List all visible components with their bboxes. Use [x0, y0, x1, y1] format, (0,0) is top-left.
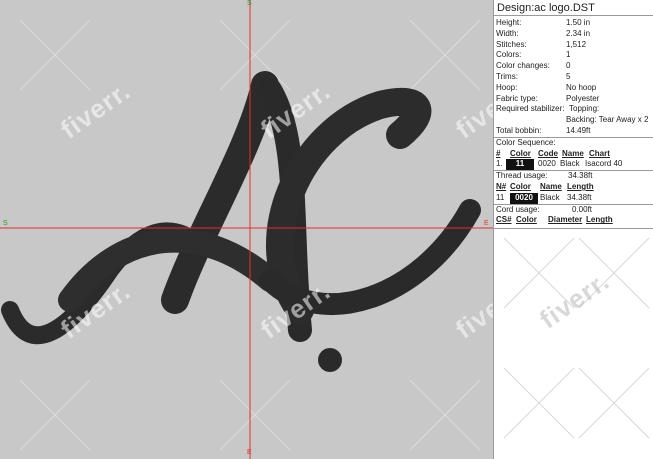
property-label — [496, 115, 566, 126]
property-value: 1,512 — [566, 39, 587, 49]
color-name: Black — [560, 159, 580, 169]
property-label: Colors: — [496, 50, 522, 60]
property-label: Height: — [496, 18, 522, 27]
color-sequence-row: 1. 11 0020 Black Isacord 40 — [494, 159, 653, 171]
property-row: Stitches: 1,512 — [494, 40, 653, 51]
axis-label-bottom: E — [247, 449, 252, 456]
color-chart: Isacord 40 — [585, 159, 623, 169]
column-header: Color — [510, 181, 531, 191]
property-row: Backing: Tear Away x 2 — [494, 115, 653, 126]
column-header: Code — [538, 148, 558, 158]
column-header: Length — [586, 215, 613, 225]
property-label: Hoop: — [496, 82, 518, 92]
property-value: 2.34 in — [566, 28, 591, 38]
property-value: 14.49ft — [566, 125, 591, 135]
property-label: Stitches: — [496, 39, 527, 49]
axis-label-left: S — [3, 220, 8, 227]
thread-name: Black — [540, 192, 560, 202]
thread-length: 34.38ft — [567, 192, 592, 202]
property-label: Color changes: — [496, 61, 550, 71]
axis-label-right: E — [484, 220, 489, 227]
color-chip: 11 — [506, 159, 534, 171]
cord-usage-value: 0.00ft — [572, 204, 593, 214]
property-label: Trims: — [496, 71, 518, 81]
property-value: Topping: — [569, 104, 600, 114]
property-row: Height: 1.50 in — [494, 18, 653, 29]
design-title: Design:ac logo.DST — [494, 0, 653, 16]
property-row: Trims: 5 — [494, 72, 653, 83]
property-row: Colors: 1 — [494, 50, 653, 61]
thread-usage-header: N# Color Name Length — [494, 182, 653, 193]
property-value: 5 — [566, 71, 571, 81]
column-header: N# — [496, 181, 507, 191]
embroidery-preview — [0, 0, 493, 459]
panel-watermark — [503, 237, 650, 439]
property-value: No hoop — [566, 82, 597, 92]
thread-number: 11 — [496, 192, 505, 202]
color-sequence-header: # Color Code Name Chart — [494, 149, 653, 160]
design-info-panel: Design:ac logo.DST Height: 1.50 in Width:… — [493, 0, 653, 459]
property-label: Required stabilizer: — [496, 104, 565, 114]
design-canvas[interactable]: S S E E fiverr. fiverr. fiverr. fiverr. … — [0, 0, 493, 459]
column-header: Chart — [589, 148, 610, 158]
thread-usage-row: Thread usage: 34.38ft — [494, 170, 653, 182]
property-row: Fabric type: Polyester — [494, 94, 653, 105]
axis-label-top: S — [247, 0, 252, 7]
cord-usage-header: CS# Color Diameter Length — [494, 215, 653, 226]
cord-usage-label: Cord usage: — [496, 204, 540, 214]
column-header: Diameter — [548, 215, 583, 225]
color-chip: 0020 — [510, 192, 538, 204]
property-value: Polyester — [566, 93, 600, 103]
thread-usage-value: 34.38ft — [568, 171, 593, 181]
column-header: # — [496, 148, 501, 158]
property-row: Total bobbin: 14.49ft — [494, 126, 653, 137]
property-value: 1.50 in — [566, 18, 591, 27]
column-header: CS# — [496, 215, 512, 225]
properties-list: Height: 1.50 in Width: 2.34 in Stitches: 1,… — [494, 16, 653, 137]
thread-usage-label: Thread usage: — [496, 171, 548, 181]
cord-usage-row: Cord usage: 0.00ft — [494, 203, 653, 216]
column-header: Name — [562, 148, 584, 158]
color-code: 0020 — [538, 159, 556, 169]
row-number: 1. — [496, 159, 503, 169]
column-header: Color — [510, 148, 531, 158]
property-row: Required stabilizer: Topping: — [494, 104, 653, 115]
color-sequence-title: Color Sequence: — [494, 136, 653, 149]
property-row: Hoop: No hoop — [494, 83, 653, 94]
property-label: Width: — [496, 28, 519, 38]
property-value: Backing: Tear Away x 2 — [566, 115, 649, 125]
thread-usage-table-row: 11 0020 Black 34.38ft — [494, 192, 653, 204]
column-header: Color — [516, 215, 537, 225]
column-header: Length — [567, 181, 594, 191]
property-label: Fabric type: — [496, 93, 538, 103]
property-row: Width: 2.34 in — [494, 29, 653, 40]
property-row: Color changes: 0 — [494, 61, 653, 72]
property-value: 1 — [566, 50, 571, 60]
property-label: Total bobbin: — [496, 125, 542, 135]
column-header: Name — [540, 181, 562, 191]
property-value: 0 — [566, 61, 571, 71]
